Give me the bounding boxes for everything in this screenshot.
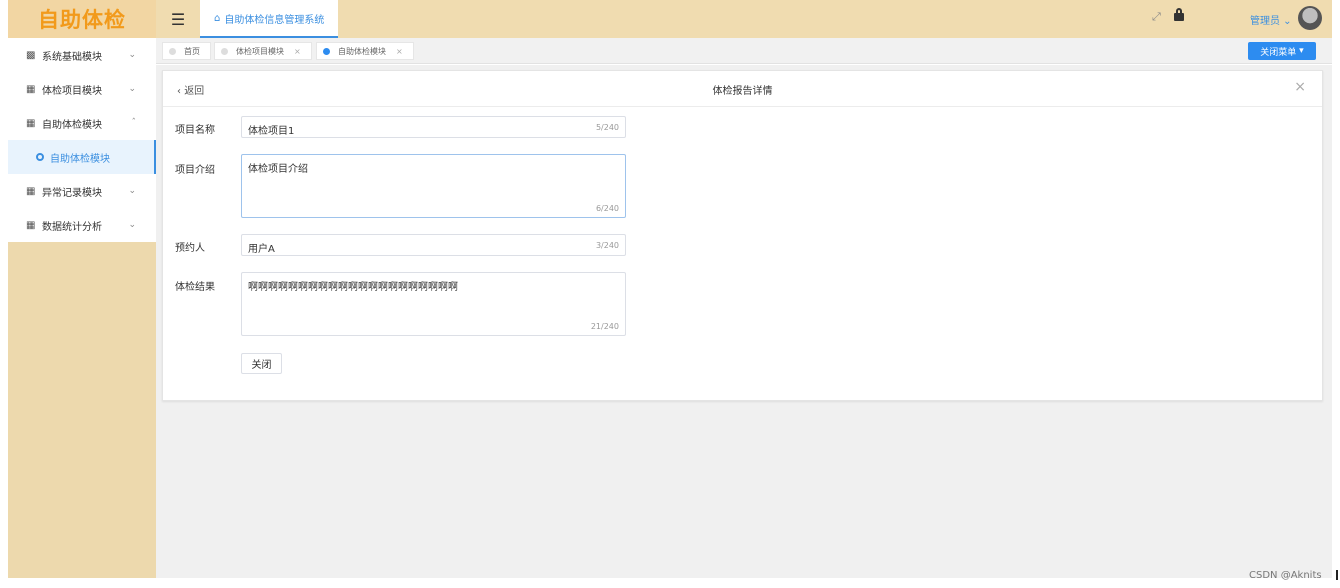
tabs-bar: 首页 体检项目模块 × 自助体检模块 × 关闭菜单 ▾ — [156, 38, 1332, 64]
header-tab-label: 自助体检信息管理系统 — [224, 14, 325, 26]
result-count: 21/240 — [590, 322, 619, 331]
result-label: 体检结果 — [175, 282, 215, 293]
grid-icon: ▩ — [26, 49, 36, 61]
chevron-down-icon: ⌄ — [128, 186, 136, 196]
sidebar-item-exam-items[interactable]: ▦ 体检项目模块 ⌄ — [8, 72, 156, 106]
booker-label: 预约人 — [175, 243, 205, 254]
fullscreen-icon[interactable]: ⤢ — [1152, 10, 1161, 24]
report-detail-card: ‹ 返回 体检报告详情 × 项目名称 体检项目1 5/240 项目介绍 体检项目… — [162, 70, 1323, 401]
sidebar-subitem-self-exam[interactable]: 自助体检模块 — [8, 140, 156, 174]
item-intro-count: 6/240 — [595, 204, 619, 213]
item-name-input[interactable]: 体检项目1 5/240 — [241, 116, 626, 138]
booker-count: 3/240 — [595, 241, 619, 250]
tab-label: 首页 — [184, 46, 200, 56]
card-header: ‹ 返回 体检报告详情 × — [163, 71, 1322, 107]
result-value: 啊啊啊啊啊啊啊啊啊啊啊啊啊啊啊啊啊啊啊啊啊 — [248, 282, 458, 293]
sidebar-item-abnormal[interactable]: ▦ 异常记录模块 ⌄ — [8, 174, 156, 208]
grid-icon: ▦ — [26, 219, 36, 231]
item-name-count: 5/240 — [595, 123, 619, 132]
sidebar-item-system[interactable]: ▩ 系统基础模块 ⌄ — [8, 38, 156, 72]
sidebar-item-label: 异常记录模块 — [42, 187, 102, 199]
grid-icon: ▦ — [26, 185, 36, 197]
chevron-down-icon: ⌄ — [128, 50, 136, 60]
divider — [1336, 570, 1338, 580]
user-menu[interactable]: 管理员 ⌄ — [1250, 12, 1292, 27]
item-intro-value: 体检项目介绍 — [248, 164, 308, 175]
close-icon[interactable]: × — [1294, 79, 1306, 95]
header-tab-system[interactable]: ⌂ 自助体检信息管理系统 — [200, 0, 339, 38]
circle-icon — [36, 153, 44, 161]
item-name-label: 项目名称 — [175, 125, 215, 136]
chevron-up-icon: ˆ — [131, 118, 137, 128]
top-header: ☰ ⌂ 自助体检信息管理系统 ⤢ 管理员 ⌄ — [156, 0, 1332, 38]
menu-toggle-icon[interactable]: ☰ — [156, 10, 200, 29]
chevron-down-icon: ⌄ — [128, 220, 136, 230]
sidebar-item-label: 系统基础模块 — [42, 51, 102, 63]
sidebar-subitem-label: 自助体检模块 — [50, 153, 110, 165]
close-menu-label: 关闭菜单 — [1260, 47, 1297, 58]
lock-icon[interactable] — [1174, 8, 1184, 21]
sidebar-item-label: 数据统计分析 — [42, 221, 102, 233]
watermark-credit: CSDN @Aknits — [1249, 570, 1322, 581]
tab-close-icon[interactable]: × — [294, 47, 301, 56]
tab-dot-icon — [323, 47, 330, 55]
close-button[interactable]: 关闭 — [241, 353, 282, 374]
item-intro-label: 项目介绍 — [175, 165, 215, 176]
item-name-value: 体检项目1 — [248, 126, 295, 137]
sidebar-item-stats[interactable]: ▦ 数据统计分析 ⌄ — [8, 208, 156, 242]
sidebar-item-label: 自助体检模块 — [42, 119, 102, 131]
tab-dot-icon — [221, 47, 228, 55]
sidebar-item-self-exam[interactable]: ▦ 自助体检模块 ˆ — [8, 106, 156, 140]
close-menu-button[interactable]: 关闭菜单 ▾ — [1248, 42, 1316, 60]
sidebar-menu: ▩ 系统基础模块 ⌄ ▦ 体检项目模块 ⌄ ▦ 自助体检模块 ˆ 自助体检模块 … — [8, 38, 156, 242]
booker-input[interactable]: 用户A 3/240 — [241, 234, 626, 256]
grid-icon: ▦ — [26, 83, 36, 95]
chevron-down-icon: ⌄ — [128, 84, 136, 94]
result-textarea[interactable]: 啊啊啊啊啊啊啊啊啊啊啊啊啊啊啊啊啊啊啊啊啊 21/240 — [241, 272, 626, 336]
tab-home[interactable]: 首页 — [162, 42, 211, 60]
sidebar-item-label: 体检项目模块 — [42, 85, 102, 97]
item-intro-textarea[interactable]: 体检项目介绍 6/240 — [241, 154, 626, 218]
tab-label: 体检项目模块 — [236, 46, 284, 56]
logo: 自助体检 — [8, 0, 156, 38]
tab-exam-items[interactable]: 体检项目模块 × — [214, 42, 312, 60]
avatar[interactable] — [1298, 6, 1322, 30]
logo-text: 自助体检 — [38, 8, 126, 32]
booker-value: 用户A — [248, 244, 275, 255]
tab-label: 自助体检模块 — [338, 46, 386, 56]
user-label: 管理员 — [1250, 16, 1280, 27]
home-icon: ⌂ — [214, 12, 221, 24]
tab-close-icon[interactable]: × — [396, 47, 403, 56]
grid-icon: ▦ — [26, 117, 36, 129]
tab-dot-icon — [169, 47, 176, 55]
tab-self-exam[interactable]: 自助体检模块 × — [316, 42, 414, 60]
sidebar: 自助体检 ▩ 系统基础模块 ⌄ ▦ 体检项目模块 ⌄ ▦ 自助体检模块 ˆ 自助… — [8, 0, 156, 578]
page-title: 体检报告详情 — [712, 86, 773, 97]
